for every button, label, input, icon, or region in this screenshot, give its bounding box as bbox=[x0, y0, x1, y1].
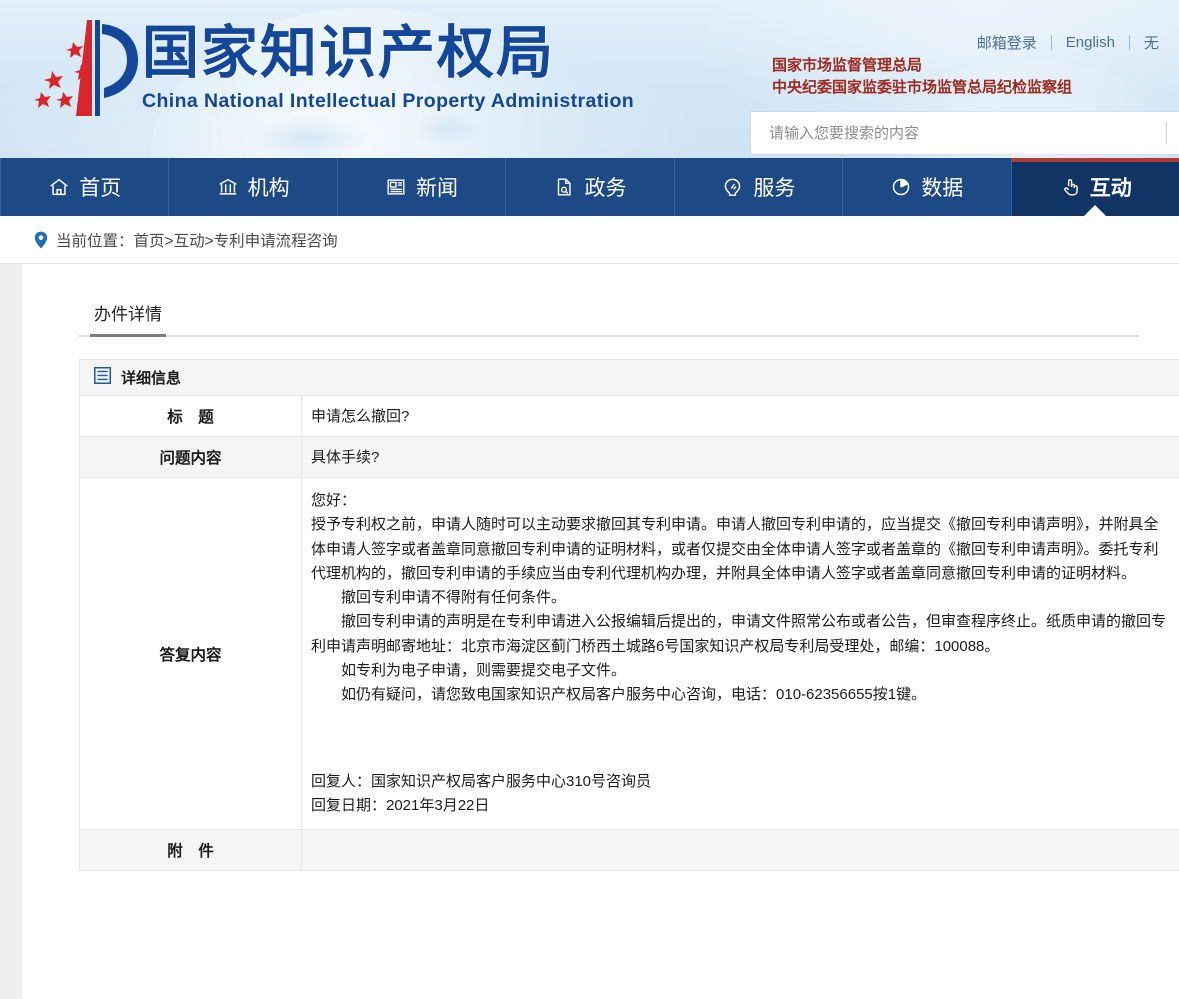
nav-label-service: 服务 bbox=[753, 177, 796, 200]
org-line-1: 国家市场监督管理总局 bbox=[772, 57, 923, 74]
affiliated-organizations: 国家市场监督管理总局 中央纪委国家监委驻市场监管总局纪检监察组 bbox=[772, 55, 1072, 99]
document-icon bbox=[553, 176, 575, 198]
answer-paragraph-3: 撤回专利申请的声明是在专利申请进入公报编辑后提出的，申请文件照常公布或者公告，但… bbox=[311, 613, 1167, 655]
org-line-2: 中央纪委国家监委驻市场监管总局纪检监察组 bbox=[772, 78, 1073, 96]
row-label-attachment: 附 件 bbox=[79, 829, 302, 872]
hand-click-icon bbox=[1059, 176, 1081, 198]
site-search bbox=[751, 112, 1179, 154]
answer-greeting: 您好： bbox=[311, 492, 357, 509]
list-panel-icon bbox=[94, 367, 111, 388]
nav-label-affairs: 政务 bbox=[584, 177, 627, 200]
nav-item-service[interactable]: 服务 bbox=[675, 158, 844, 216]
nav-item-news[interactable]: 新闻 bbox=[338, 158, 507, 216]
row-label-question: 问题内容 bbox=[79, 436, 302, 478]
detail-section-header-row: 详细信息 bbox=[79, 359, 1179, 396]
answer-paragraph-5: 如仍有疑问，请您致电国家知识产权局客户服务中心咨询，电话：010-6235665… bbox=[341, 686, 927, 704]
search-input[interactable] bbox=[751, 113, 1166, 153]
logo-title-cn: 国家知识产权局 bbox=[142, 20, 555, 87]
answer-paragraph-4: 如专利为电子申请，则需要提交电子文件。 bbox=[341, 662, 627, 680]
answer-paragraph-2: 撤回专利申请不得附有任何条件。 bbox=[341, 589, 567, 607]
row-value-title: 申请怎么撤回? bbox=[301, 395, 1179, 437]
nav-item-affairs[interactable]: 政务 bbox=[506, 158, 675, 216]
row-value-attachment bbox=[301, 829, 1179, 872]
row-value-question: 具体手续? bbox=[301, 436, 1179, 478]
location-pin-icon bbox=[34, 231, 48, 249]
english-link[interactable]: English bbox=[1052, 34, 1129, 51]
section-title: 详细信息 bbox=[121, 370, 182, 387]
table-row-question: 问题内容 具体手续? bbox=[79, 436, 1179, 478]
main-navigation: 首页 机构 新闻 政务 服务 数据 互动 bbox=[0, 158, 1179, 216]
site-header: 国家知识产权局 China National Intellectual Prop… bbox=[0, 0, 1179, 158]
answer-spacer bbox=[311, 708, 1172, 770]
newspaper-icon bbox=[385, 176, 407, 198]
bank-icon bbox=[217, 176, 239, 198]
header-top-links: 邮箱登录 English 无 bbox=[963, 32, 1173, 53]
nav-label-interaction: 互动 bbox=[1089, 177, 1132, 200]
site-logo[interactable]: 国家知识产权局 China National Intellectual Prop… bbox=[14, 12, 634, 124]
answer-responder: 回复人：国家知识产权局客户服务中心310号咨询员 bbox=[311, 772, 652, 790]
table-row-title: 标 题 申请怎么撤回? bbox=[79, 395, 1179, 437]
breadcrumb-path[interactable]: 首页>互动>专利申请流程咨询 bbox=[134, 229, 338, 251]
answer-paragraph-1: 授予专利权之前，申请人随时可以主动要求撤回其专利申请。申请人撤回专利申请的，应当… bbox=[311, 516, 1159, 582]
nav-label-news: 新闻 bbox=[416, 177, 459, 200]
page-body: 办件详情 详细信息 标 题 申请怎么撤回? 问题内容 具体手续? 答复内容 您好… bbox=[0, 264, 1179, 999]
nav-label-home: 首页 bbox=[79, 177, 122, 200]
nav-label-data: 数据 bbox=[921, 177, 964, 200]
accessibility-link[interactable]: 无 bbox=[1130, 32, 1173, 53]
nav-item-home[interactable]: 首页 bbox=[0, 158, 170, 216]
home-icon bbox=[48, 176, 70, 198]
nav-label-organization: 机构 bbox=[247, 177, 290, 200]
tab-case-detail[interactable]: 办件详情 bbox=[90, 300, 166, 337]
row-label-answer: 答复内容 bbox=[79, 476, 302, 831]
answer-reply-date: 回复日期：2021年3月22日 bbox=[311, 796, 490, 814]
cnipa-p-logo-icon bbox=[34, 20, 138, 116]
section-header-cell: 详细信息 bbox=[79, 359, 1179, 396]
mail-login-link[interactable]: 邮箱登录 bbox=[963, 32, 1051, 53]
detail-table: 详细信息 标 题 申请怎么撤回? 问题内容 具体手续? 答复内容 您好： 授予专… bbox=[79, 359, 1179, 872]
breadcrumb: 当前位置： 首页>互动>专利申请流程咨询 bbox=[0, 216, 1179, 264]
row-value-answer: 您好： 授予专利权之前，申请人随时可以主动要求撤回其专利申请。申请人撤回专利申请… bbox=[301, 476, 1179, 831]
row-label-title: 标 题 bbox=[79, 395, 302, 437]
content-card: 办件详情 详细信息 标 题 申请怎么撤回? 问题内容 具体手续? 答复内容 您好… bbox=[22, 264, 1179, 999]
table-row-attachment: 附 件 bbox=[79, 829, 1179, 872]
nav-item-organization[interactable]: 机构 bbox=[169, 158, 338, 216]
nav-item-interaction[interactable]: 互动 bbox=[1011, 158, 1179, 216]
table-row-answer: 答复内容 您好： 授予专利权之前，申请人随时可以主动要求撤回其专利申请。申请人撤… bbox=[79, 476, 1179, 831]
pie-chart-icon bbox=[890, 176, 912, 198]
tab-bar: 办件详情 bbox=[79, 298, 1139, 337]
logo-title-en: China National Intellectual Property Adm… bbox=[142, 89, 635, 112]
breadcrumb-prefix: 当前位置： bbox=[56, 232, 134, 250]
search-button[interactable] bbox=[1167, 112, 1179, 154]
nav-item-data[interactable]: 数据 bbox=[843, 158, 1012, 216]
service-bulb-icon bbox=[721, 176, 744, 199]
